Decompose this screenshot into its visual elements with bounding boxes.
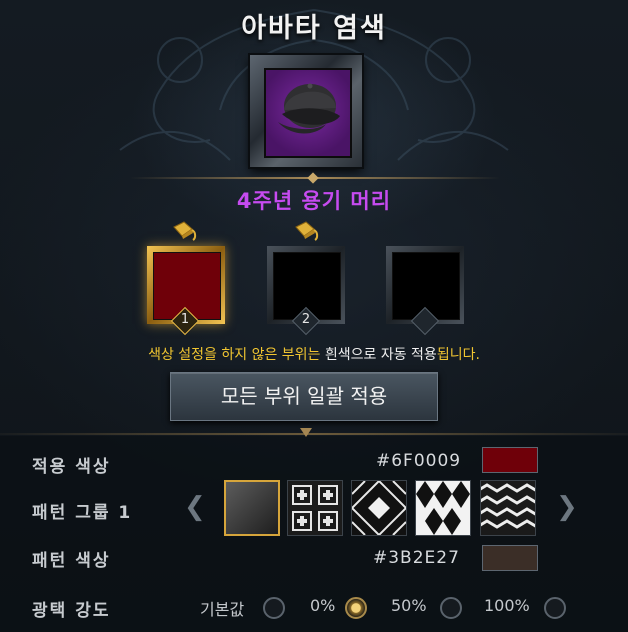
notice-part1: 색상 설정을 하지 않은 부위는 [148,347,325,363]
pattern-swatch-tile-cross[interactable] [287,480,343,536]
apply-color-swatch[interactable] [482,447,538,473]
gloss-label: 광택 강도 [32,601,111,621]
pattern-color-label: 패턴 색상 [32,551,111,571]
pattern-diamond-icon [350,479,408,537]
divider-settings [0,433,628,435]
gloss-option-0-radio[interactable] [345,597,367,619]
slot-number-1: 1 [180,312,190,327]
gloss-option-100-label: 100% [484,596,530,615]
apply-color-hex: #6F0009 [376,451,462,471]
gloss-option-100-radio[interactable] [544,597,566,619]
pattern-wave-icon [476,481,538,535]
pattern-group-label: 패턴 그룹 1 [32,503,133,523]
gloss-option-50-label: 50% [391,596,427,615]
gloss-option-50-radio[interactable] [440,597,462,619]
pattern-next-arrow[interactable]: ❯ [556,492,578,522]
item-icon-background [264,68,352,158]
pattern-argyle-icon [416,481,470,535]
page-title: 아바타 염색 [241,13,387,44]
notice-text: 색상 설정을 하지 않은 부위는 흰색으로 자동 적용됩니다. [0,344,628,364]
pattern-tile-cross-icon [288,481,342,535]
pattern-color-swatch[interactable] [482,545,538,571]
paint-bucket-icon [173,221,197,241]
pattern-swatch-solid[interactable] [224,480,280,536]
pattern-prev-arrow[interactable]: ❮ [184,492,206,522]
gloss-option-0-label: 0% [310,596,336,615]
divider-gem [300,428,312,437]
pattern-swatch-diamond-lattice[interactable] [350,479,408,537]
gloss-option-default-label: 기본값 [200,600,245,619]
pattern-color-hex: #3B2E27 [373,548,460,568]
notice-part3: 됩니다. [436,347,480,363]
cap-icon [278,83,340,134]
slot-number-2: 2 [301,312,311,327]
item-name: 4주년 용기 머리 [236,189,392,213]
item-icon-frame [250,55,362,167]
notice-part2: 흰색으로 자동 적용 [324,347,437,363]
pattern-swatch-wave[interactable] [476,480,538,536]
apply-color-label: 적용 색상 [32,457,111,477]
pattern-swatch-argyle[interactable] [415,480,471,536]
apply-all-button[interactable]: 모든 부위 일괄 적용 [170,372,438,421]
paint-bucket-icon [295,221,319,241]
gloss-option-default-radio[interactable] [263,597,285,619]
